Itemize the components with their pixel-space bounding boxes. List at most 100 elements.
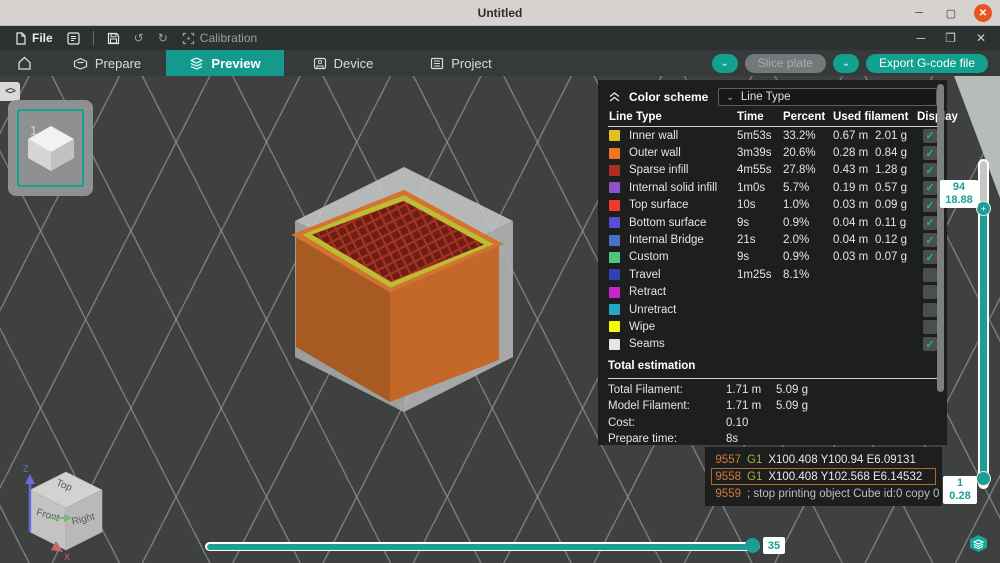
close-icon[interactable]: ✕ <box>974 4 992 22</box>
line-type-percent: 20.6% <box>783 147 816 160</box>
sidebar-collapse-button[interactable]: <> <box>0 82 20 101</box>
tab-project-label: Project <box>451 55 492 71</box>
tab-prepare[interactable]: Prepare <box>48 50 166 76</box>
line-type-name: Top surface <box>629 199 689 212</box>
export-gcode-button[interactable]: Export G-code file <box>865 53 988 73</box>
navigation-cube[interactable]: Top Front Right Z X <box>10 460 112 560</box>
gcode-line[interactable]: 9558 G1 X100.408 Y102.568 E6.14532 <box>711 468 936 485</box>
tab-prepare-label: Prepare <box>94 55 142 71</box>
file-menu[interactable]: File <box>8 26 60 50</box>
display-checkbox[interactable]: ✓ <box>923 180 937 195</box>
title-bar: Untitled ─ ▢ ✕ <box>0 0 1000 26</box>
menubar-divider <box>92 31 94 45</box>
collapse-panel-icon[interactable] <box>608 91 621 103</box>
line-type-name: Sparse infill <box>629 164 689 177</box>
display-checkbox[interactable]: ✓ <box>923 163 937 178</box>
line-type-length: 0.43 m <box>833 164 869 177</box>
gcode-args: X100.408 Y102.568 E6.14532 <box>768 470 923 483</box>
file-menu-label: File <box>32 31 53 45</box>
line-type-name: Internal Bridge <box>629 234 704 247</box>
display-checkbox[interactable]: ✓ <box>923 250 937 265</box>
application-window: Untitled ─ ▢ ✕ File ↺ ↻ Calibration ─ ❐ … <box>0 0 1000 563</box>
redo-button[interactable]: ↻ <box>151 26 175 50</box>
undo-button[interactable]: ↺ <box>127 26 151 50</box>
sliced-model[interactable] <box>270 160 530 420</box>
maximize-icon[interactable]: ▢ <box>942 4 960 22</box>
file-icon <box>16 31 26 45</box>
layer-slider-active-range <box>980 207 987 479</box>
line-type-color-swatch <box>609 182 620 194</box>
notes-icon <box>67 31 80 45</box>
line-type-row: Sparse infill 4m55s 27.8% 0.43 m 1.28 g ✓ <box>608 162 937 179</box>
viewport-3d[interactable]: <> 1 Color scheme ⌄ Line Type Line Type … <box>0 76 1000 563</box>
panel-title: Color scheme <box>629 90 709 104</box>
tab-device-label: Device <box>333 55 374 71</box>
display-checkbox[interactable]: ✓ <box>923 233 937 248</box>
display-checkbox[interactable]: ✓ <box>923 337 937 352</box>
layer-slider-top-label: 94 18.88 <box>940 180 978 208</box>
total-row: Prepare time: 8s <box>608 431 937 447</box>
move-slider-handle[interactable] <box>745 538 760 553</box>
menubar-close-icon[interactable]: ✕ <box>976 31 986 45</box>
gcode-line-number: 9558 <box>715 470 741 483</box>
tab-preview[interactable]: Preview <box>166 50 284 76</box>
line-type-color-swatch <box>609 338 620 350</box>
display-checkbox[interactable]: ✓ <box>923 146 937 161</box>
line-type-name: Travel <box>629 268 661 281</box>
line-type-time: 1m0s <box>737 181 766 194</box>
line-type-color-swatch <box>609 321 620 333</box>
panel-scrollbar[interactable] <box>937 84 944 392</box>
view-mode-select[interactable]: ⌄ Line Type <box>718 88 937 106</box>
gcode-line-number: 9559 <box>715 487 741 500</box>
display-checkbox[interactable]: ✓ <box>923 215 937 230</box>
chevron-down-icon: ⌄ <box>841 57 851 69</box>
total-row: Cost: 0.10 <box>608 414 937 430</box>
layer-slider-bottom-handle[interactable] <box>976 471 991 486</box>
line-type-time: 4m55s <box>737 164 772 177</box>
gcode-line[interactable]: 9559 ; stop printing object Cube id:0 cop… <box>711 485 939 502</box>
line-type-color-swatch <box>609 304 620 316</box>
table-header: Line Type Time Percent Used filament Dis… <box>608 108 958 127</box>
display-checkbox[interactable]: ✓ <box>923 302 937 317</box>
line-type-time: 9s <box>737 251 750 264</box>
total-weight: 5.09 g <box>776 400 808 413</box>
home-button[interactable] <box>0 50 48 76</box>
line-type-row: Internal Bridge 21s 2.0% 0.04 m 0.12 g ✓ <box>608 231 937 248</box>
plate-thumbnail[interactable]: 1 <box>8 100 93 196</box>
gcode-line[interactable]: 9557 G1 X100.408 Y100.94 E6.09131 <box>711 451 936 468</box>
line-type-color-swatch <box>609 269 620 281</box>
tab-device[interactable]: Device <box>284 50 402 76</box>
svg-text:X: X <box>64 552 70 560</box>
display-checkbox[interactable]: ✓ <box>923 198 937 213</box>
display-checkbox[interactable]: ✓ <box>923 285 937 300</box>
total-length: 1.71 m <box>726 400 762 413</box>
line-type-color-swatch <box>609 164 620 176</box>
line-type-row: Bottom surface 9s 0.9% 0.04 m 0.11 g ✓ <box>608 214 937 231</box>
line-type-weight: 0.07 g <box>875 251 907 264</box>
line-type-percent: 1.0% <box>783 199 810 212</box>
calibration-icon <box>182 32 194 44</box>
line-type-row: Wipe ✓ <box>608 318 937 335</box>
line-type-percent: 33.2% <box>783 129 816 142</box>
move-slider-track[interactable] <box>205 542 760 551</box>
slice-plate-button[interactable]: Slice plate <box>744 53 826 73</box>
line-type-row: Top surface 10s 1.0% 0.03 m 0.09 g ✓ <box>608 197 937 214</box>
save-button[interactable] <box>100 26 127 50</box>
line-type-time: 5m53s <box>737 129 772 142</box>
line-type-weight: 0.12 g <box>875 234 907 247</box>
calibration-button[interactable]: Calibration <box>175 26 264 50</box>
slice-dropdown-button[interactable]: ⌄ <box>711 53 738 73</box>
display-checkbox[interactable]: ✓ <box>923 267 937 282</box>
gcode-command: G1 <box>747 453 763 466</box>
layer-slider-top-handle[interactable]: + <box>976 201 991 216</box>
export-dropdown-button[interactable]: ⌄ <box>832 53 859 73</box>
gcode-command: G1 <box>747 470 763 483</box>
menubar-minimize-icon[interactable]: ─ <box>917 31 926 45</box>
display-checkbox[interactable]: ✓ <box>923 128 937 143</box>
menubar-restore-icon[interactable]: ❐ <box>945 31 956 45</box>
minimize-icon[interactable]: ─ <box>910 4 928 22</box>
tab-project[interactable]: Project <box>402 50 520 76</box>
line-type-color-swatch <box>609 199 620 211</box>
display-checkbox[interactable]: ✓ <box>923 319 937 334</box>
notes-button[interactable] <box>60 26 87 50</box>
